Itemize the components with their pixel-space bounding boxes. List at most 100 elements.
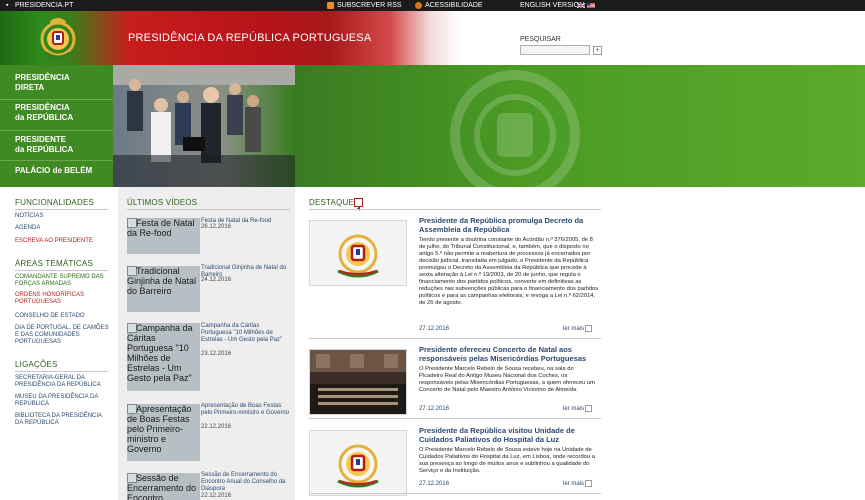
read-more-label: ler mais bbox=[563, 326, 585, 333]
link-dia-portugal[interactable]: DIA DE PORTUGAL, DE CAMÕES E DAS COMUNID… bbox=[15, 325, 110, 346]
link-escreva-presidente[interactable]: ESCREVA AO PRESIDENTE bbox=[15, 238, 110, 245]
video-thumbnail[interactable]: Festa de Natal da Re-food bbox=[127, 218, 200, 254]
link-ordens-honorificas[interactable]: ORDENS HONORÍFICAS PORTUGUESAS bbox=[15, 292, 110, 306]
video-thumbnail[interactable]: Tradicional Ginjinha de Natal do Barreir… bbox=[127, 266, 200, 312]
section-divider bbox=[15, 270, 108, 271]
video-thumb-alt: Apresentação de Boas Festas pelo Primeir… bbox=[127, 404, 192, 454]
link-biblioteca[interactable]: BIBLIOTECA DA PRESIDÊNCIA DA REPÚBLICA bbox=[15, 413, 110, 427]
plus-icon bbox=[585, 480, 593, 487]
coat-of-arms-image bbox=[337, 444, 379, 488]
section-divider bbox=[309, 418, 601, 419]
ligacoes-heading: LIGAÇÕES bbox=[15, 360, 58, 369]
nav-label: da REPÚBLICA bbox=[15, 113, 74, 122]
nav-label: PRESIDENTE bbox=[15, 135, 67, 144]
link-agenda[interactable]: AGENDA bbox=[15, 225, 110, 232]
destaque-toggle-icon[interactable] bbox=[354, 198, 363, 211]
video-thumb-alt: Festa de Natal da Re-food bbox=[127, 218, 195, 238]
section-divider bbox=[309, 338, 601, 339]
news-date: 27.12.2016 bbox=[419, 326, 450, 332]
read-more-link[interactable]: ler mais bbox=[563, 480, 593, 488]
concert-photo bbox=[310, 350, 406, 414]
news-title-link[interactable]: Presidente da República promulga Decreto… bbox=[419, 216, 599, 234]
video-thumb-alt: Sessão de Encerramento do Encontro bbox=[127, 473, 197, 500]
site-link[interactable]: PRESIDENCIA.PT bbox=[15, 0, 73, 11]
search-label: PESQUISAR bbox=[520, 36, 561, 43]
video-title-link[interactable]: Sessão de Encerramento do Encontro Anual… bbox=[201, 472, 291, 493]
video-thumb-alt: Tradicional Ginjinha de Natal do Barreir… bbox=[127, 266, 197, 296]
section-divider bbox=[15, 209, 108, 210]
read-more-label: ler mais bbox=[563, 481, 585, 488]
video-date: 22.12.2016 bbox=[201, 424, 232, 430]
section-divider bbox=[309, 209, 601, 210]
video-date: 24.12.2016 bbox=[201, 277, 232, 283]
plus-icon bbox=[585, 325, 593, 332]
hero-photo[interactable] bbox=[113, 65, 295, 187]
destaque-heading: DESTAQUE bbox=[309, 198, 355, 207]
nav-palacio-belem[interactable]: PALÁCIO de BELÉM bbox=[0, 166, 113, 178]
rss-link[interactable]: SUBSCREVER RSS bbox=[337, 0, 402, 11]
nav-label: PRESIDÊNCIA bbox=[15, 73, 70, 82]
nav-divider bbox=[0, 99, 113, 100]
nav-divider bbox=[0, 160, 113, 161]
nav-label: da REPÚBLICA bbox=[15, 145, 74, 154]
video-date: 22.12.2016 bbox=[201, 493, 232, 499]
news-title-link[interactable]: Presidente da República visitou Unidade … bbox=[419, 426, 599, 444]
hero-banner bbox=[113, 65, 865, 187]
news-date: 27.12.2016 bbox=[419, 406, 450, 412]
main-nav: PRESIDÊNCIA DIRETA PRESIDÊNCIA da REPÚBL… bbox=[0, 65, 113, 187]
nav-label: PALÁCIO de BELÉM bbox=[15, 166, 93, 175]
link-secretaria-geral[interactable]: SECRETARIA-GERAL DA PRESIDÊNCIA DA REPÚB… bbox=[15, 375, 110, 389]
video-thumbnail[interactable]: Campanha da Cáritas Portuguesa "10 Milhõ… bbox=[127, 323, 200, 391]
accessibility-link[interactable]: ACESSIBILIDADE bbox=[425, 0, 483, 11]
news-image[interactable] bbox=[309, 430, 407, 496]
search-input[interactable] bbox=[520, 45, 590, 55]
video-date: 23.12.2016 bbox=[201, 351, 232, 357]
videos-heading: ÚLTIMOS VÍDEOS bbox=[127, 198, 198, 207]
news-image[interactable] bbox=[309, 349, 407, 415]
read-more-link[interactable]: ler mais bbox=[563, 405, 593, 413]
nav-presidencia-direta[interactable]: PRESIDÊNCIA DIRETA bbox=[0, 73, 113, 95]
plus-icon bbox=[585, 405, 593, 412]
news-summary: O Presidente Marcelo Rebelo de Sousa est… bbox=[419, 447, 595, 474]
page-title: PRESIDÊNCIA DA REPÚBLICA PORTUGUESA bbox=[128, 32, 372, 44]
nav-presidencia-republica[interactable]: PRESIDÊNCIA da REPÚBLICA bbox=[0, 103, 113, 125]
english-version-link[interactable]: ENGLISH VERSION bbox=[520, 0, 584, 11]
read-more-label: ler mais bbox=[563, 406, 585, 413]
coat-of-arms-watermark bbox=[450, 70, 580, 187]
accessibility-icon[interactable] bbox=[415, 2, 422, 9]
nav-presidente-republica[interactable]: PRESIDENTE da REPÚBLICA bbox=[0, 135, 113, 157]
home-link-icon[interactable]: ▪ bbox=[6, 0, 8, 11]
video-title-link[interactable]: Campanha da Cáritas Portuguesa "10 Milhõ… bbox=[201, 323, 291, 344]
link-noticias[interactable]: NOTÍCIAS bbox=[15, 213, 110, 220]
read-more-link[interactable]: ler mais bbox=[563, 325, 593, 333]
site-header: PRESIDÊNCIA DA REPÚBLICA PORTUGUESA PESQ… bbox=[0, 11, 865, 65]
news-summary: Tendo presente a doutrina constante do A… bbox=[419, 237, 599, 306]
link-comandante-supremo[interactable]: COMANDANTE SUPREMO DAS FORÇAS ARMADAS bbox=[15, 274, 110, 288]
rss-icon[interactable] bbox=[327, 2, 334, 9]
video-title-link[interactable]: Apresentação de Boas Festas pelo Primeir… bbox=[201, 403, 291, 417]
video-thumb-alt: Campanha da Cáritas Portuguesa "10 Milhõ… bbox=[127, 323, 193, 383]
link-conselho-estado[interactable]: CONSELHO DE ESTADO bbox=[15, 313, 110, 320]
coat-of-arms-image bbox=[337, 234, 379, 278]
video-thumbnail[interactable]: Sessão de Encerramento do Encontro bbox=[127, 473, 200, 500]
section-divider bbox=[309, 493, 601, 494]
section-divider bbox=[15, 371, 108, 372]
video-date: 26.12.2016 bbox=[201, 224, 232, 230]
section-divider bbox=[127, 209, 290, 210]
nav-label: DIRETA bbox=[15, 83, 45, 92]
news-title-link[interactable]: Presidente ofereceu Concerto de Natal ao… bbox=[419, 345, 599, 363]
coat-of-arms-logo[interactable] bbox=[38, 13, 78, 63]
news-summary: O Presidente Marcelo Rebelo de Sousa rec… bbox=[419, 366, 595, 393]
uk-flag-icon[interactable] bbox=[577, 3, 585, 8]
top-bar: ▪ PRESIDENCIA.PT SUBSCREVER RSS ACESSIBI… bbox=[0, 0, 865, 11]
funcionalidades-heading: FUNCIONALIDADES bbox=[15, 198, 95, 207]
search-button[interactable]: + bbox=[593, 46, 602, 55]
nav-label: PRESIDÊNCIA bbox=[15, 103, 70, 112]
areas-heading: ÁREAS TEMÁTICAS bbox=[15, 259, 93, 268]
us-flag-icon[interactable] bbox=[587, 3, 595, 8]
news-date: 27.12.2016 bbox=[419, 481, 450, 487]
video-thumbnail[interactable]: Apresentação de Boas Festas pelo Primeir… bbox=[127, 404, 200, 461]
news-image[interactable] bbox=[309, 220, 407, 286]
link-museu[interactable]: MUSEU DA PRESIDÊNCIA DA REPÚBLICA bbox=[15, 394, 110, 408]
nav-divider bbox=[0, 130, 113, 131]
